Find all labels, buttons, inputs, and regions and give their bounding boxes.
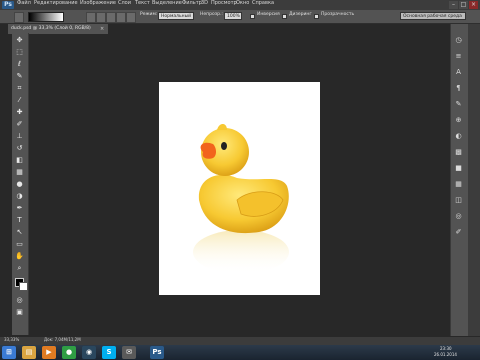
dodge-tool-icon[interactable]: ◑: [15, 192, 24, 201]
lasso-tool-icon[interactable]: ℓ: [15, 60, 24, 69]
path-select-tool-icon[interactable]: ↖: [15, 228, 24, 237]
menu-help[interactable]: Справка: [252, 0, 274, 10]
shape-tool-icon[interactable]: ▭: [15, 240, 24, 249]
zoom-tool-icon[interactable]: ⌕: [15, 264, 24, 273]
skype-icon: S: [106, 348, 112, 356]
hand-tool-icon[interactable]: ✋: [15, 252, 24, 261]
crop-tool-icon[interactable]: ⌗: [15, 84, 24, 93]
layers-panel-icon[interactable]: ◫: [454, 196, 463, 205]
menu-window[interactable]: Окно: [236, 0, 249, 10]
menu-view[interactable]: Просмотр: [211, 0, 237, 10]
history-brush-tool-icon[interactable]: ↺: [15, 144, 24, 153]
reflected-gradient-icon[interactable]: [116, 12, 126, 23]
start-button[interactable]: ⊞: [2, 346, 16, 359]
taskbar-explorer[interactable]: ▤: [22, 346, 36, 359]
opacity-label: Непрозр.:: [200, 12, 223, 17]
taskbar-steam[interactable]: ◉: [82, 346, 96, 359]
brush-tool-icon[interactable]: ✐: [15, 120, 24, 129]
menu-image[interactable]: Изображение: [80, 0, 116, 10]
screen-mode-icon[interactable]: ▣: [15, 308, 24, 317]
maximize-button[interactable]: □: [459, 1, 468, 9]
minimize-button[interactable]: –: [449, 1, 458, 9]
eraser-tool-icon[interactable]: ◧: [15, 156, 24, 165]
mail-icon: ✉: [126, 348, 132, 356]
paragraph-panel-icon[interactable]: ¶: [454, 84, 463, 93]
photoshop-icon: Ps: [152, 348, 162, 356]
close-button[interactable]: ×: [469, 1, 478, 9]
properties-panel-icon[interactable]: ≡: [454, 52, 463, 61]
background-color-swatch[interactable]: [19, 282, 28, 291]
angle-gradient-icon[interactable]: [106, 12, 116, 23]
photoshop-window: Ps Файл Редактирование Изображение Слои …: [0, 0, 480, 360]
menu-filter[interactable]: Фильтр: [182, 0, 202, 10]
menu-3d[interactable]: 3D: [201, 0, 208, 10]
paths-panel-icon[interactable]: ✐: [454, 228, 463, 237]
taskbar-media[interactable]: ▶: [42, 346, 56, 359]
menu-select[interactable]: Выделение: [152, 0, 182, 10]
taskbar-photoshop[interactable]: Ps: [150, 346, 164, 359]
adjustments-panel-icon[interactable]: ◐: [454, 132, 463, 141]
radial-gradient-icon[interactable]: [96, 12, 106, 23]
taskbar-skype[interactable]: S: [102, 346, 116, 359]
clone-source-panel-icon[interactable]: ⊕: [454, 116, 463, 125]
linear-gradient-icon[interactable]: [86, 12, 96, 23]
zoom-level[interactable]: 33,33%: [4, 337, 19, 345]
photoshop-logo: Ps: [2, 1, 14, 9]
type-tool-icon[interactable]: T: [15, 216, 24, 225]
clock-date[interactable]: 26.01.2014: [434, 352, 457, 358]
tab-close-icon[interactable]: ×: [100, 24, 106, 34]
color-panel-icon[interactable]: ■: [454, 164, 463, 173]
dither-label: Дизеринг: [289, 12, 312, 17]
mode-select[interactable]: Нормальный: [158, 12, 194, 20]
rubber-duck-image: [193, 124, 289, 274]
menu-type[interactable]: Текст: [135, 0, 150, 10]
menu-edit[interactable]: Редактирование: [34, 0, 78, 10]
gradient-tool-icon[interactable]: ▦: [15, 168, 24, 177]
reverse-checkbox[interactable]: [250, 14, 255, 19]
transparency-checkbox[interactable]: [314, 14, 319, 19]
transparency-label: Прозрачность: [321, 12, 355, 17]
move-tool-icon[interactable]: ✥: [15, 36, 24, 45]
mode-label: Режим:: [140, 12, 158, 17]
gradient-picker[interactable]: [28, 12, 64, 22]
styles-panel-icon[interactable]: ▩: [454, 148, 463, 157]
taskbar-chrome[interactable]: ●: [62, 346, 76, 359]
opacity-input[interactable]: 100%: [224, 12, 242, 20]
character-panel-icon[interactable]: A: [454, 68, 463, 77]
media-player-icon: ▶: [46, 348, 52, 356]
menu-layers[interactable]: Слои: [118, 0, 131, 10]
marquee-tool-icon[interactable]: ⬚: [15, 48, 24, 57]
pen-tool-icon[interactable]: ✒: [15, 204, 24, 213]
taskbar-app[interactable]: ✉: [122, 346, 136, 359]
workspace-select[interactable]: Основная рабочая среда: [400, 12, 466, 20]
eyedropper-tool-icon[interactable]: ⁄: [15, 96, 24, 105]
quick-mask-icon[interactable]: ◎: [15, 296, 24, 305]
chrome-icon: ●: [65, 348, 73, 356]
diamond-gradient-icon[interactable]: [126, 12, 136, 23]
blur-tool-icon[interactable]: ●: [15, 180, 24, 189]
clone-stamp-tool-icon[interactable]: ⊥: [15, 132, 24, 141]
quick-select-tool-icon[interactable]: ✎: [15, 72, 24, 81]
history-panel-icon[interactable]: ◷: [454, 36, 463, 45]
start-orb-icon: ⊞: [6, 348, 12, 356]
steam-icon: ◉: [85, 348, 93, 356]
document-canvas[interactable]: [159, 82, 320, 295]
tool-preset-icon[interactable]: [14, 12, 24, 23]
healing-brush-tool-icon[interactable]: ✚: [15, 108, 24, 117]
dither-checkbox[interactable]: [282, 14, 287, 19]
channels-panel-icon[interactable]: ◎: [454, 212, 463, 221]
panel-dock-collapsed: [468, 24, 480, 336]
swatches-panel-icon[interactable]: ▦: [454, 180, 463, 189]
reverse-label: Инверсия: [257, 12, 280, 17]
document-size: Док: 7,04М/11,2М: [44, 337, 81, 342]
folder-icon: ▤: [25, 348, 33, 356]
menu-file[interactable]: Файл: [17, 0, 31, 10]
brush-panel-icon[interactable]: ✎: [454, 100, 463, 109]
